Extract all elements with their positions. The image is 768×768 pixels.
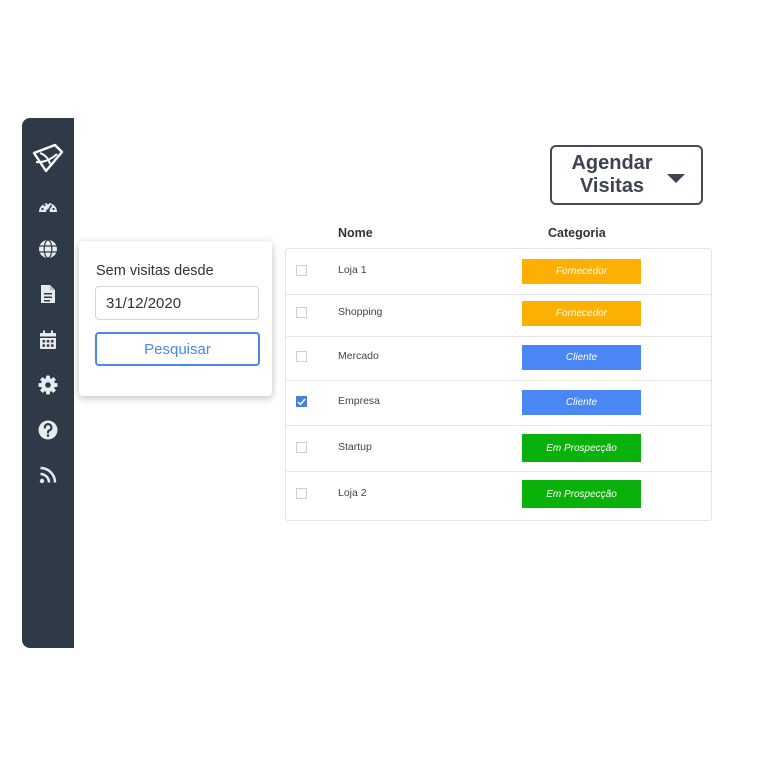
row-checkbox[interactable] — [296, 307, 307, 318]
filter-panel: Sem visitas desde Pesquisar — [79, 241, 272, 396]
category-badge: Em Prospecção — [522, 434, 641, 462]
row-checkbox[interactable] — [296, 442, 307, 453]
row-name: Empresa — [338, 395, 381, 407]
row-name: Shopping — [338, 306, 383, 318]
logo-icon[interactable] — [22, 141, 74, 175]
search-button[interactable]: Pesquisar — [95, 332, 260, 366]
schedule-visits-button[interactable]: Agendar Visitas — [550, 145, 703, 205]
table-row[interactable]: Loja 2 Em Prospecção — [286, 472, 711, 518]
table-row[interactable]: Empresa Cliente — [286, 380, 711, 426]
sidebar — [22, 118, 74, 648]
globe-icon[interactable] — [22, 237, 74, 261]
rss-icon[interactable] — [22, 463, 74, 487]
row-checkbox[interactable] — [296, 488, 307, 499]
help-icon[interactable] — [22, 418, 74, 442]
column-header-name: Nome — [338, 226, 373, 240]
row-name: Startup — [338, 441, 372, 453]
schedule-visits-label: Agendar Visitas — [571, 152, 653, 197]
category-badge: Fornecedor — [522, 259, 641, 284]
row-checkbox-checked[interactable] — [296, 396, 307, 407]
column-header-category: Categoria — [548, 226, 606, 240]
calendar-icon[interactable] — [22, 328, 74, 352]
table-row[interactable]: Mercado Cliente — [286, 335, 711, 381]
checkmark-icon — [297, 398, 306, 406]
row-checkbox[interactable] — [296, 265, 307, 276]
document-icon[interactable] — [22, 282, 74, 306]
category-badge: Cliente — [522, 345, 641, 370]
date-input[interactable] — [95, 286, 259, 320]
row-checkbox[interactable] — [296, 351, 307, 362]
table-row[interactable]: Startup Em Prospecção — [286, 426, 711, 472]
client-table: Loja 1 Fornecedor Shopping Fornecedor Me… — [285, 248, 712, 521]
caret-down-icon — [667, 174, 685, 183]
table-row[interactable]: Shopping Fornecedor — [286, 291, 711, 337]
row-name: Mercado — [338, 350, 379, 362]
table-row[interactable]: Loja 1 Fornecedor — [286, 249, 711, 295]
category-badge: Fornecedor — [522, 301, 641, 326]
dashboard-icon[interactable] — [22, 194, 74, 218]
row-name: Loja 2 — [338, 487, 367, 499]
filter-title: Sem visitas desde — [96, 263, 214, 279]
gear-icon[interactable] — [22, 373, 74, 397]
category-badge: Cliente — [522, 390, 641, 415]
row-name: Loja 1 — [338, 264, 367, 276]
category-badge: Em Prospecção — [522, 480, 641, 508]
